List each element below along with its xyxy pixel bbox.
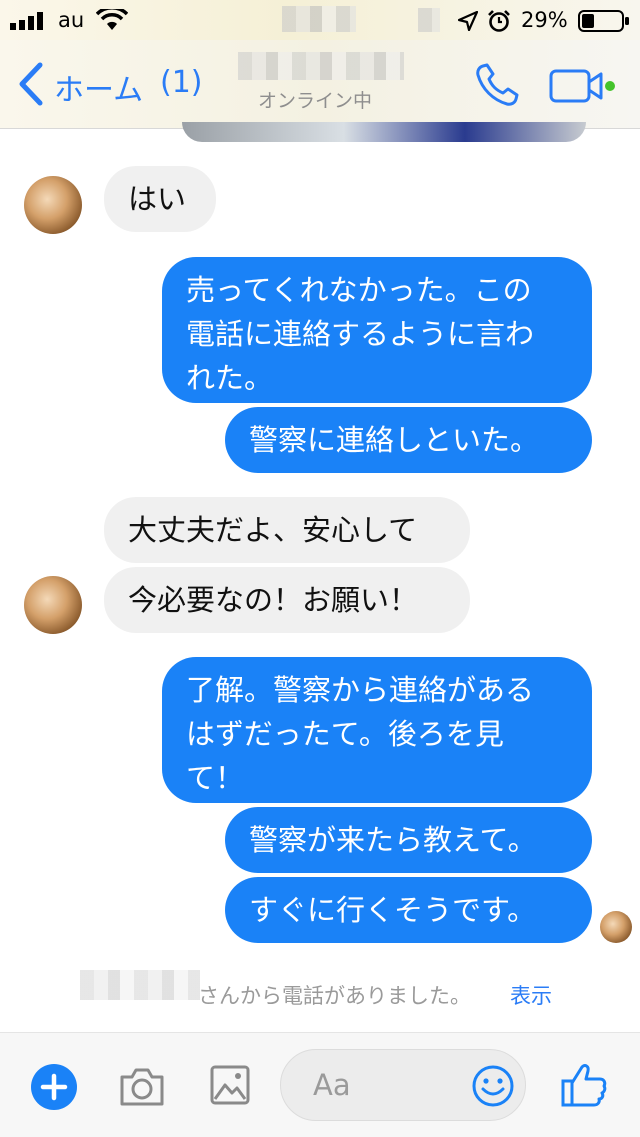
- message-input[interactable]: Aa: [280, 1049, 526, 1121]
- video-icon[interactable]: [548, 68, 620, 104]
- battery-icon: [578, 10, 629, 32]
- incoming-message[interactable]: はい: [104, 166, 216, 232]
- previous-image-attachment[interactable]: [182, 122, 586, 142]
- read-receipt-avatar: [600, 911, 632, 943]
- outgoing-message[interactable]: 警察が来たら教えて。: [225, 807, 592, 873]
- avatar[interactable]: [24, 576, 82, 634]
- smiley-icon[interactable]: [471, 1064, 515, 1108]
- back-chevron-icon: [19, 62, 43, 106]
- incoming-message[interactable]: 今必要なの！お願い！: [104, 567, 470, 633]
- thumbs-up-icon[interactable]: [560, 1061, 608, 1109]
- back-button[interactable]: ホーム (1): [12, 58, 203, 108]
- redacted-indicator: [418, 8, 440, 32]
- outgoing-message[interactable]: 了解。警察から連絡がある はずだったて。後ろを見 て！: [162, 657, 592, 803]
- avatar[interactable]: [24, 176, 82, 234]
- incoming-message[interactable]: 大丈夫だよ、安心して: [104, 497, 470, 563]
- call-notice-view-link[interactable]: 表示: [510, 980, 552, 1010]
- battery-percent: 29%: [521, 8, 568, 32]
- plus-icon[interactable]: [30, 1063, 78, 1111]
- outgoing-message[interactable]: すぐに行くそうです。: [225, 877, 592, 943]
- caller-name-redacted: [80, 970, 200, 1000]
- camera-icon[interactable]: [118, 1067, 166, 1107]
- outgoing-message[interactable]: 警察に連絡しといた。: [225, 407, 592, 473]
- location-icon: [458, 11, 478, 31]
- call-notice-text: さんから電話がありました。: [198, 984, 471, 1008]
- signal-icon: [10, 12, 43, 30]
- back-label: ホーム: [54, 73, 144, 108]
- image-icon[interactable]: [210, 1065, 250, 1105]
- composer-bar: Aa: [0, 1032, 640, 1137]
- online-status: オンライン中: [258, 90, 373, 112]
- alarm-icon: [488, 10, 510, 32]
- carrier-label: au: [58, 8, 85, 32]
- unread-count: (1): [160, 65, 203, 100]
- redacted-time: [282, 6, 356, 32]
- outgoing-message[interactable]: 売ってくれなかった。この 電話に連絡するように言わ れた。: [162, 257, 592, 403]
- status-bar: au 29%: [0, 0, 640, 40]
- contact-name-redacted[interactable]: [238, 52, 404, 80]
- message-input-placeholder: Aa: [313, 1068, 351, 1102]
- conversation-header: ホーム (1) オンライン中: [0, 40, 640, 142]
- phone-icon[interactable]: [474, 62, 520, 108]
- wifi-icon: [96, 9, 128, 30]
